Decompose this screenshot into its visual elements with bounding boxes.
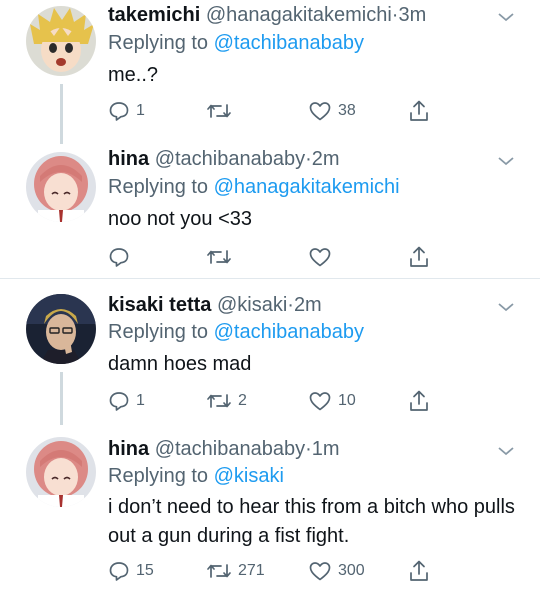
retweet-button[interactable] [206,97,238,125]
tweet-actions: 15 271 300 [108,557,438,585]
avatar[interactable] [26,294,96,364]
retweet-icon [207,250,231,264]
user-handle[interactable]: @tachibanababy [155,148,305,170]
like-button[interactable] [308,243,338,271]
chevron-down-icon[interactable] [496,300,516,314]
tweet-actions: 1 2 10 [108,387,438,415]
tweet-header: hina @tachibanababy·2m [108,147,340,171]
share-button[interactable] [408,557,430,585]
retweet-count: 271 [238,562,265,579]
reply-icon [109,102,129,121]
display-name[interactable]: kisaki tetta [108,294,211,316]
share-icon [410,246,428,267]
avatar[interactable] [26,152,96,222]
separator-dot: · [287,294,294,316]
timestamp[interactable]: 3m [398,4,426,26]
like-count: 38 [338,102,356,119]
like-button[interactable]: 38 [308,97,356,125]
user-handle[interactable]: @hanagakitakemichi [206,4,392,26]
replying-to-label: Replying to [108,465,214,487]
replying-to-label: Replying to [108,32,214,54]
mention-link[interactable]: @kisaki [214,465,284,487]
tweet-actions [108,243,438,271]
timestamp[interactable]: 1m [312,438,340,460]
tweet[interactable]: kisaki tetta @kisaki·2m Replying to @tac… [0,278,540,425]
reply-button[interactable]: 15 [108,557,154,585]
reply-count: 15 [136,562,154,579]
replying-to: Replying to @tachibanababy [108,320,364,344]
share-icon [410,100,428,121]
tweet-header: hina @tachibanababy·1m [108,437,340,461]
thread-line [60,372,63,425]
like-button[interactable]: 300 [308,557,365,585]
separator-dot: · [305,438,312,460]
separator-dot: · [305,148,312,170]
retweet-button[interactable]: 2 [206,387,247,415]
chevron-down-icon[interactable] [496,10,516,24]
tweet[interactable]: hina @tachibanababy·2m Replying to @hana… [0,142,540,278]
timestamp[interactable]: 2m [312,148,340,170]
share-button[interactable] [408,97,430,125]
thread-line [60,84,63,144]
reply-icon [109,248,129,267]
replying-to: Replying to @tachibanababy [108,31,364,55]
like-count: 300 [338,562,365,579]
mention-link[interactable]: @tachibanababy [214,321,364,343]
replying-to: Replying to @hanagakitakemichi [108,175,400,199]
user-handle[interactable]: @kisaki [217,294,287,316]
chevron-down-icon[interactable] [496,444,516,458]
display-name[interactable]: takemichi [108,4,200,26]
retweet-button[interactable] [206,243,238,271]
retweet-icon [207,564,231,578]
reply-icon [109,392,129,411]
tweet-text: damn hoes mad [108,353,252,375]
chevron-down-icon[interactable] [496,154,516,168]
share-button[interactable] [408,387,430,415]
reply-icon [109,562,129,581]
reply-count: 1 [136,102,145,119]
retweet-icon [207,104,231,118]
mention-link[interactable]: @tachibanababy [214,32,364,54]
tweet[interactable]: takemichi @hanagakitakemichi·3m Replying… [0,0,540,144]
display-name[interactable]: hina [108,438,149,460]
retweet-icon [207,394,231,408]
reply-count: 1 [136,392,145,409]
timestamp[interactable]: 2m [294,294,322,316]
tweet-header: takemichi @hanagakitakemichi·3m [108,3,426,27]
replying-to: Replying to @kisaki [108,464,284,488]
share-icon [410,560,428,581]
retweet-count: 2 [238,392,247,409]
reply-button[interactable]: 1 [108,387,145,415]
like-button[interactable]: 10 [308,387,356,415]
share-icon [410,390,428,411]
avatar[interactable] [26,6,96,76]
reply-button[interactable]: 1 [108,97,145,125]
heart-icon [309,248,331,267]
display-name[interactable]: hina [108,148,149,170]
like-count: 10 [338,392,356,409]
mention-link[interactable]: @hanagakitakemichi [214,176,400,198]
retweet-button[interactable]: 271 [206,557,265,585]
tweet-text: noo not you <33 [108,208,253,230]
share-button[interactable] [408,243,430,271]
tweet[interactable]: hina @tachibanababy·1m Replying to @kisa… [0,425,540,595]
tweet-text: me..? [108,64,159,86]
heart-icon [309,102,331,121]
replying-to-label: Replying to [108,176,214,198]
reply-button[interactable] [108,243,136,271]
heart-icon [309,562,331,581]
heart-icon [309,392,331,411]
tweet-header: kisaki tetta @kisaki·2m [108,293,322,317]
tweet-text: i don’t need to hear this from a bitch w… [108,496,515,547]
user-handle[interactable]: @tachibanababy [155,438,305,460]
avatar[interactable] [26,437,96,507]
replying-to-label: Replying to [108,321,214,343]
tweet-actions: 1 38 [108,97,438,125]
